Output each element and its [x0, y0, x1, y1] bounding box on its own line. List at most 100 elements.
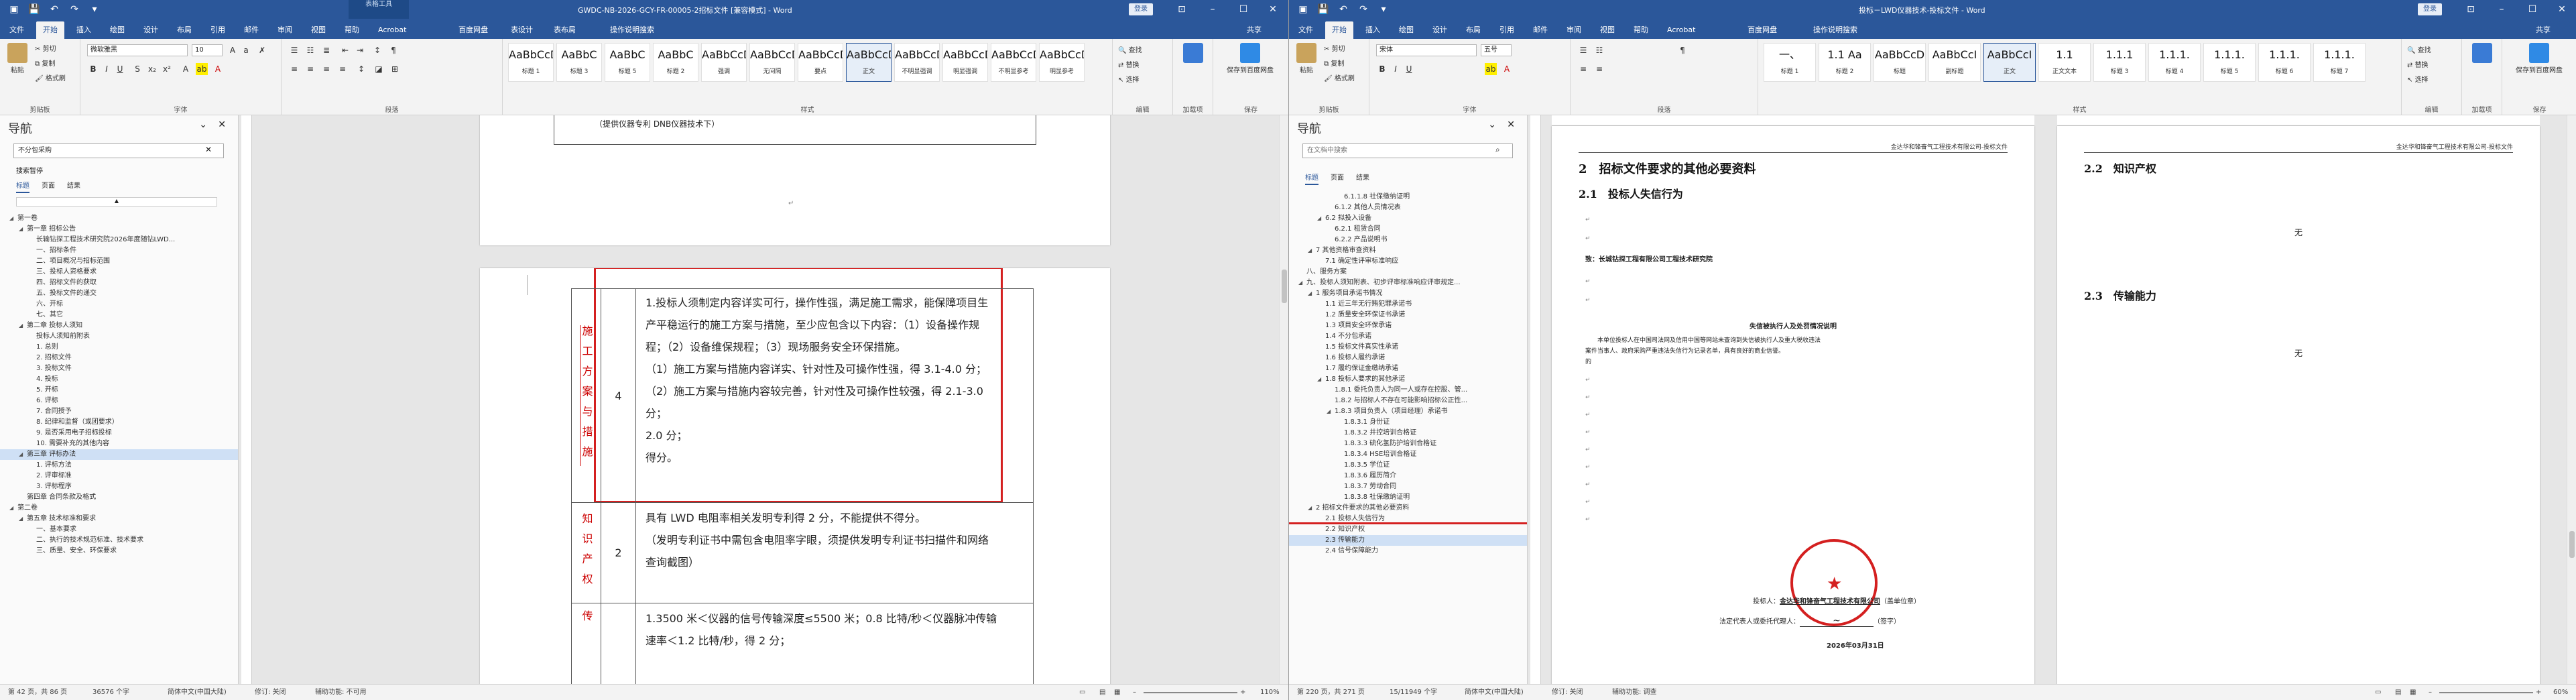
cut-button[interactable]: ✂ 剪切 [35, 43, 56, 53]
style-item[interactable]: AaBbCcI 正文 [1983, 43, 2036, 82]
style-item[interactable]: 1.1.1 标题 3 [2093, 43, 2146, 82]
nav-heading-item[interactable]: 1.8.3.2 井控培训合格证 [1289, 428, 1527, 439]
maximize-button[interactable]: ☐ [1228, 0, 1259, 19]
minimize-button-2[interactable]: – [2486, 0, 2517, 19]
nav-heading-item[interactable]: 1.8.3.4 HSE培训合格证 [1289, 449, 1527, 460]
nav-heading-item[interactable]: 10. 需要补充的其他内容 [0, 439, 238, 449]
decrease-indent-icon[interactable]: ⇤ [339, 44, 351, 56]
nav-heading-item[interactable]: 七、其它 [0, 310, 238, 320]
numbering-icon-2[interactable]: ☷ [1593, 44, 1605, 56]
save-icon-2[interactable]: 💾 [1312, 0, 1335, 19]
language[interactable]: 简体中文(中国大陆) [168, 685, 227, 700]
nav-heading-item[interactable]: 1.5 投标文件真实性承诺 [1289, 342, 1527, 353]
tab-5[interactable]: 布局 [170, 21, 198, 39]
vertical-scrollbar-2[interactable] [2567, 115, 2576, 684]
nav-options-icon-2[interactable]: ⌄ [1488, 119, 1496, 130]
bold-icon-2[interactable]: B [1376, 63, 1388, 75]
nav-heading-item[interactable]: 9. 是否采用电子招标投标 [0, 428, 238, 439]
increase-indent-icon[interactable]: ⇥ [354, 44, 366, 56]
nav-heading-item[interactable]: 2. 招标文件 [0, 353, 238, 363]
align-left-icon-2[interactable]: ≡ [1577, 63, 1589, 75]
nav-heading-item[interactable]: 7. 合同授予 [0, 406, 238, 417]
style-item[interactable]: AaBbC 标题 2 [653, 43, 698, 82]
tab-2[interactable]: 插入 [70, 21, 98, 39]
font-size-box-2[interactable]: 五号 [1481, 44, 1512, 56]
strikethrough-icon[interactable]: S [131, 63, 143, 75]
tab-14[interactable]: 表布局 [547, 21, 582, 39]
expand-icon[interactable]: ◢ [9, 213, 17, 224]
nav-heading-item[interactable]: 6.1.2 其他人员情况表 [1289, 202, 1527, 213]
style-item[interactable]: 1.1.1. 标题 4 [2148, 43, 2201, 82]
expand-icon[interactable]: ◢ [19, 514, 27, 524]
nav-heading-item[interactable]: 3. 评标程序 [0, 481, 238, 492]
track-changes[interactable]: 修订: 关闭 [255, 685, 286, 700]
show-marks-icon[interactable]: ¶ [387, 44, 400, 56]
nav-heading-item[interactable]: 1.8.3.3 硫化氢防护培训合格证 [1289, 439, 1527, 449]
tab-12[interactable]: 百度网盘 [452, 21, 495, 39]
paste-button[interactable]: 粘贴 [4, 43, 31, 74]
nav-heading-item[interactable]: 1.8.3.5 学位证 [1289, 460, 1527, 471]
font-color-icon[interactable]: A [212, 63, 224, 75]
subscript-icon[interactable]: x₂ [146, 63, 158, 75]
scroll-thumb[interactable] [1282, 270, 1287, 303]
replace-button[interactable]: ⇄ 替换 [1118, 59, 1140, 69]
sort-icon[interactable]: ↕ [371, 44, 383, 56]
zoom-out-icon-2[interactable]: – [2429, 685, 2432, 700]
find-button-2[interactable]: 🔍 查找 [2407, 44, 2431, 54]
tab-10[interactable]: 帮助 [338, 21, 366, 39]
tab-12[interactable]: 百度网盘 [1741, 21, 1784, 39]
tab-7[interactable]: 邮件 [1526, 21, 1554, 39]
highlight-icon[interactable]: ab [196, 63, 208, 75]
align-center-icon-2[interactable]: ≡ [1593, 63, 1605, 75]
format-painter-button[interactable]: 🖌 格式刷 [35, 72, 66, 82]
nav-heading-item[interactable]: 8. 纪律和监督（或团要求） [0, 417, 238, 428]
language-2[interactable]: 简体中文(中国大陆) [1465, 685, 1524, 700]
nav-heading-item[interactable]: 6.1.1.8 社保缴纳证明 [1289, 192, 1527, 202]
tab-2[interactable]: 插入 [1359, 21, 1387, 39]
customize-qat-icon[interactable]: ▾ [83, 0, 106, 19]
style-item[interactable]: 1.1.1. 标题 6 [2258, 43, 2311, 82]
nav-heading-item[interactable]: 二、执行的技术规范标准、技术要求 [0, 535, 238, 546]
nav-heading-item[interactable]: 1.1 近三年无行贿犯罪承诺书 [1289, 299, 1527, 310]
tab-8[interactable]: 审阅 [1560, 21, 1588, 39]
tab-13[interactable]: 表设计 [504, 21, 540, 39]
nav-heading-item[interactable]: 2. 评审标准 [0, 471, 238, 481]
nav-heading-item[interactable]: 2.4 信号保障能力 [1289, 546, 1527, 557]
tell-me-search[interactable]: 操作说明搜索 [1806, 21, 1864, 39]
nav-heading-item[interactable]: 1.2 质量安全环保证书承诺 [1289, 310, 1527, 320]
scroll-thumb-2[interactable] [2569, 531, 2575, 558]
ribbon-display-icon-2[interactable]: ⊡ [2455, 0, 2486, 19]
nav-heading-item[interactable]: 1.8.3.7 劳动合同 [1289, 481, 1527, 492]
expand-icon[interactable]: ◢ [19, 320, 27, 331]
tab-5[interactable]: 布局 [1459, 21, 1487, 39]
tab-0[interactable]: 文件 [3, 21, 31, 39]
nav-close-icon[interactable]: ✕ [218, 119, 226, 130]
nav-heading-item[interactable]: 1.8.1 委托负责人为同一人或存在控股、管... [1289, 385, 1527, 396]
nav-heading-item[interactable]: ◢ 第二章 投标人须知 [0, 320, 238, 331]
minimize-button[interactable]: – [1197, 0, 1228, 19]
align-right-icon[interactable]: ≡ [320, 63, 332, 75]
tab-0[interactable]: 文件 [1292, 21, 1320, 39]
nav-heading-item[interactable]: 四、招标文件的获取 [0, 278, 238, 288]
nav-heading-item[interactable]: ◢ 6.2 拟投入设备 [1289, 213, 1527, 224]
align-left-icon[interactable]: ≡ [288, 63, 300, 75]
undo-icon[interactable]: ↶ [43, 0, 66, 19]
nav-heading-item[interactable]: ◢ 第三章 评标办法 [0, 449, 238, 460]
nav-heading-item[interactable]: 六、开标 [0, 299, 238, 310]
nav-heading-item[interactable]: 4. 投标 [0, 374, 238, 385]
clear-search-icon[interactable]: ✕ [205, 145, 212, 154]
nav-heading-item[interactable]: 6.2.1 租赁合同 [1289, 224, 1527, 235]
tab-1[interactable]: 开始 [36, 21, 64, 39]
nav-heading-item[interactable]: 1.8.3.6 履历简介 [1289, 471, 1527, 481]
style-item[interactable]: AaBbC 标题 3 [556, 43, 602, 82]
nav-heading-item[interactable]: ◢ 2 招标文件要求的其他必要资料 [1289, 503, 1527, 514]
print-layout-icon-2[interactable]: ▦ [2410, 685, 2416, 700]
select-button-2[interactable]: ↖ 选择 [2407, 74, 2429, 84]
nav-close-icon-2[interactable]: ✕ [1507, 119, 1515, 130]
format-painter-button-2[interactable]: 🖌 格式刷 [1324, 72, 1355, 82]
nav-heading-item[interactable]: ◢ 第一卷 [0, 213, 238, 224]
nav-heading-item[interactable]: 2.3 传输能力 [1289, 535, 1527, 546]
style-item[interactable]: 1.1 Aa 标题 2 [1819, 43, 1871, 82]
zoom-in-icon-2[interactable]: + [2536, 685, 2541, 700]
tab-11[interactable]: Acrobat [1660, 21, 1702, 39]
